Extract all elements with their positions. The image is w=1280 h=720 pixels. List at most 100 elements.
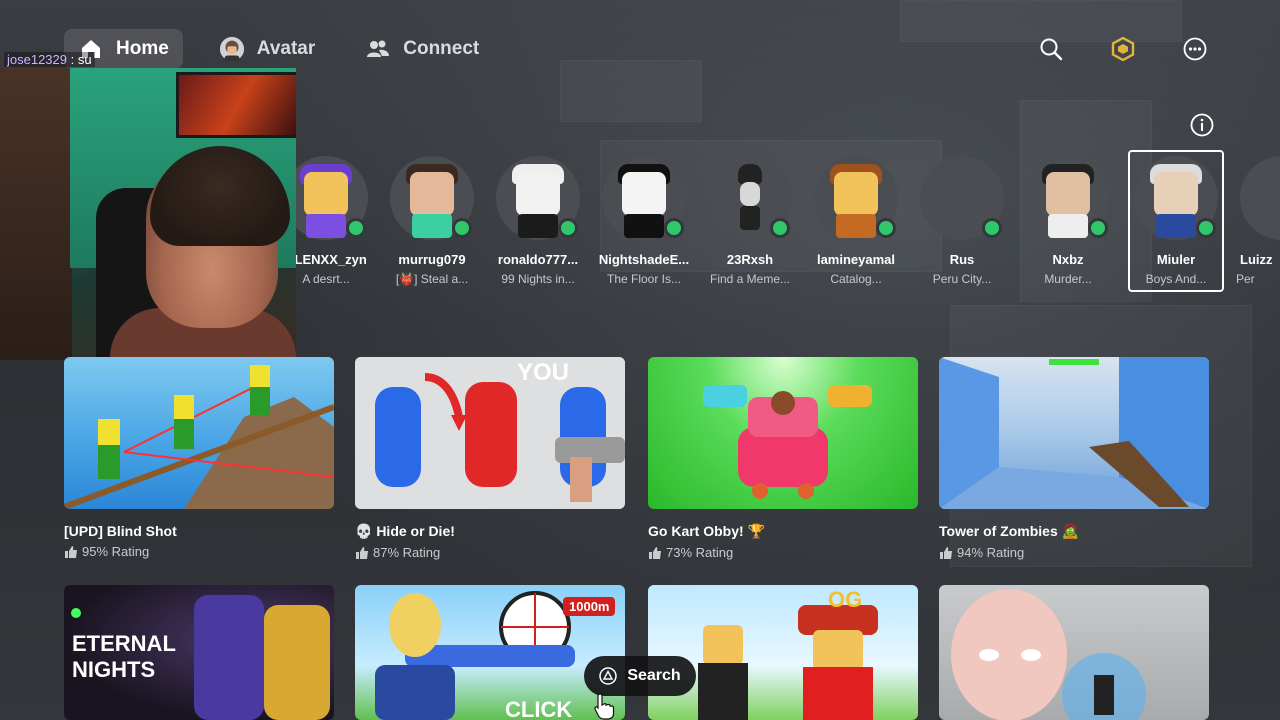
game-thumbnail: OG <box>648 585 918 720</box>
game-thumbnail <box>64 357 334 509</box>
game-card[interactable]: Go Kart Obby! 🏆 73% Rating <box>648 357 918 560</box>
friend-status: 99 Nights in... <box>501 272 575 286</box>
game-rating: 87% Rating <box>355 545 625 560</box>
thumbnail-text: ETERNAL <box>72 631 176 656</box>
top-navigation: Home Avatar Connect <box>64 29 515 69</box>
online-status-dot <box>346 218 366 238</box>
friend-avatar <box>814 156 898 240</box>
friend-name: ronaldo777... <box>497 252 579 267</box>
game-thumbnail: YOU <box>355 357 625 509</box>
friend-tile[interactable]: 23Rxsh Find a Meme... <box>700 156 800 286</box>
friend-tile[interactable]: ronaldo777... 99 Nights in... <box>488 156 588 286</box>
webcam-overlay <box>0 68 296 360</box>
top-right-actions <box>994 34 1210 64</box>
people-icon <box>365 36 391 62</box>
friend-name: NightshadeE... <box>598 252 690 267</box>
game-rating-text: 87% Rating <box>373 545 441 560</box>
nav-connect-label: Connect <box>403 38 480 59</box>
online-status-dot <box>982 218 1002 238</box>
search-button[interactable]: Search <box>584 656 696 696</box>
game-card[interactable]: Tower of Zombies 🧟 94% Rating <box>939 357 1209 560</box>
chat-username-text: jose12329 <box>7 52 67 67</box>
friend-status: Murder... <box>1044 272 1092 286</box>
nav-avatar-label: Avatar <box>256 38 316 59</box>
thumbnail-text: 1000m <box>563 597 616 616</box>
friend-avatar <box>496 156 580 240</box>
online-status-dot <box>452 218 472 238</box>
thumbs-up-icon <box>649 546 661 559</box>
nav-avatar[interactable]: Avatar <box>205 29 329 69</box>
friend-tile-selected[interactable]: Miuler Boys And... <box>1128 150 1224 292</box>
game-title: [UPD] Blind Shot <box>64 523 177 539</box>
game-card[interactable]: OG <box>648 585 918 720</box>
friend-name: Luizz <box>1240 252 1273 267</box>
game-title: 💀 Hide or Die! <box>355 523 455 539</box>
friend-avatar <box>1240 156 1280 240</box>
online-status-dot <box>1196 218 1216 238</box>
friend-avatar <box>284 156 368 240</box>
online-status-dot <box>558 218 578 238</box>
thumbs-up-icon <box>356 546 368 559</box>
triangle-button-icon <box>599 667 618 685</box>
search-icon[interactable] <box>1036 34 1066 64</box>
game-card[interactable]: YOU 💀 Hide or Die! 87% Rating <box>355 357 625 560</box>
friend-avatar <box>920 156 1004 240</box>
online-status-dot <box>1088 218 1108 238</box>
friend-tile[interactable]: Nxbz Murder... <box>1018 156 1118 286</box>
thumbnail-text: YOU <box>517 359 570 386</box>
friend-avatar <box>602 156 686 240</box>
friend-name: Rus <box>949 252 975 267</box>
fireplace-painting <box>176 72 296 138</box>
thumbs-up-icon <box>65 545 77 558</box>
game-thumbnail <box>939 357 1209 509</box>
game-rating: 95% Rating <box>64 544 334 559</box>
game-card[interactable] <box>939 585 1209 720</box>
game-thumbnail <box>648 357 918 509</box>
friend-avatar <box>1134 156 1218 240</box>
friend-status: Boys And... <box>1145 272 1207 286</box>
friend-tile[interactable]: murrug079 [👹] Steal a... <box>382 156 482 286</box>
game-rating-text: 73% Rating <box>666 545 734 560</box>
more-icon[interactable] <box>1180 34 1210 64</box>
game-card[interactable]: [UPD] Blind Shot 95% Rating <box>64 357 334 559</box>
friend-avatar <box>390 156 474 240</box>
game-card[interactable]: ETERNAL NIGHTS <box>64 585 334 720</box>
friend-name: Miuler <box>1156 252 1196 267</box>
friend-avatar <box>1026 156 1110 240</box>
game-rating-text: 95% Rating <box>82 544 150 559</box>
friend-status: The Floor Is... <box>606 272 682 286</box>
friend-tile[interactable]: Rus Peru City... <box>912 156 1012 286</box>
hand-cursor-icon <box>594 693 615 720</box>
friend-status: Peru City... <box>932 272 992 286</box>
friend-name: 23Rxsh <box>726 252 774 267</box>
online-status-dot <box>876 218 896 238</box>
friend-name: lamineyamal <box>816 252 896 267</box>
roblox-home-screen: Home Avatar Connect ALENXX_zyn A desrt..… <box>0 0 1280 720</box>
nav-home-label: Home <box>116 38 169 59</box>
friend-status: Find a Meme... <box>709 272 791 286</box>
nav-connect[interactable]: Connect <box>351 29 493 69</box>
online-status-dot <box>664 218 684 238</box>
game-thumbnail: 1000m CLICK <box>355 585 625 720</box>
friend-tile[interactable]: NightshadeE... The Floor Is... <box>594 156 694 286</box>
info-icon[interactable] <box>1190 113 1214 137</box>
game-thumbnail <box>939 585 1209 720</box>
thumbnail-text: OG <box>828 587 863 612</box>
robux-icon[interactable] <box>1108 34 1138 64</box>
online-status-dot <box>770 218 790 238</box>
chat-message-text: : su <box>70 52 92 67</box>
avatar-icon <box>219 36 245 62</box>
game-thumbnail: ETERNAL NIGHTS <box>64 585 334 720</box>
game-rating: 94% Rating <box>939 545 1209 560</box>
friend-tile[interactable]: lamineyamal Catalog... <box>806 156 906 286</box>
thumbnail-text: CLICK <box>505 697 573 720</box>
bg-block <box>560 60 702 122</box>
friend-avatar <box>708 156 792 240</box>
game-title: Go Kart Obby! 🏆 <box>648 523 765 539</box>
game-title: Tower of Zombies 🧟 <box>939 523 1080 539</box>
chat-username: jose12329 : su <box>4 52 95 67</box>
game-card[interactable]: 1000m CLICK <box>355 585 625 720</box>
friend-status: [👹] Steal a... <box>395 272 469 286</box>
friend-status: Catalog... <box>830 272 882 286</box>
friend-tile[interactable]: Luizz Per <box>1232 156 1280 286</box>
